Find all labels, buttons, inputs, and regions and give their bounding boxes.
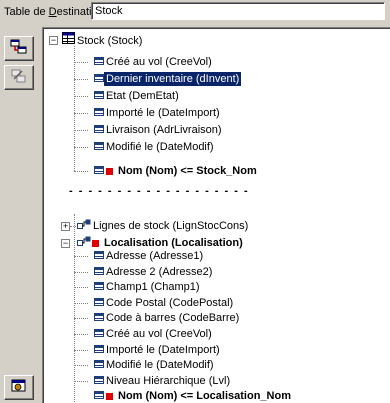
field-row[interactable]: Créé au vol (CreeVol) xyxy=(94,326,214,342)
field-row[interactable]: Importé le (DateImport) xyxy=(94,342,222,358)
field-label: Niveau Hiérarchique (Lvl) xyxy=(106,374,231,387)
tree-node-stock[interactable]: Stock (Stock) xyxy=(62,32,144,48)
field-icon xyxy=(94,279,104,295)
destination-table-field[interactable]: Stock xyxy=(91,2,385,20)
field-row[interactable]: Livraison (AdrLivraison) xyxy=(94,122,224,138)
field-label: Adresse 2 (Adresse2) xyxy=(106,265,213,278)
link-node-lignes-de-stock[interactable]: Lignes de stock (LignStocCons) xyxy=(77,218,250,234)
field-icon xyxy=(94,326,104,342)
edit-link-button[interactable] xyxy=(4,65,34,90)
field-icon xyxy=(94,88,104,104)
field-row[interactable]: Importé le (DateImport) xyxy=(94,105,222,121)
field-icon xyxy=(94,264,104,280)
link-label: Lignes de stock (LignStocCons) xyxy=(93,220,249,233)
field-icon xyxy=(94,71,104,87)
key-marker-icon xyxy=(92,239,99,247)
collapse-toggle-localisation[interactable]: − xyxy=(61,239,70,248)
key-marker-icon xyxy=(106,167,113,175)
field-icon xyxy=(94,310,104,326)
link-icon xyxy=(77,218,91,234)
expand-toggle-lignes[interactable]: + xyxy=(61,222,70,231)
field-row-selected[interactable]: Dernier inventaire (dInvent) xyxy=(94,71,242,87)
field-label: Créé au vol (CreeVol) xyxy=(106,328,212,341)
field-label: Nom (Nom) <= Stock_Nom xyxy=(118,165,257,178)
field-row[interactable]: Modifié le (DateModif) xyxy=(94,139,216,155)
field-label: Créé au vol (CreeVol) xyxy=(106,56,212,69)
field-label: Importé le (DateImport) xyxy=(106,343,220,356)
settings-icon xyxy=(10,378,28,397)
field-icon xyxy=(94,139,104,155)
field-label: Adresse (Adresse1) xyxy=(106,250,204,263)
link-icon xyxy=(77,235,91,251)
tree-node-label: Stock (Stock) xyxy=(77,34,143,47)
settings-button[interactable] xyxy=(4,375,34,400)
field-icon xyxy=(94,122,104,138)
field-label: Champ1 (Champ1) xyxy=(106,281,200,294)
field-icon xyxy=(94,295,104,311)
field-icon xyxy=(94,163,104,179)
key-field-row[interactable]: Nom (Nom) <= Stock_Nom xyxy=(94,163,259,179)
destination-label-part: Table de xyxy=(4,6,49,18)
section-separator: - - - - - - - - - - - - - - - - - - - xyxy=(69,185,250,197)
key-marker-icon xyxy=(106,392,113,400)
field-label: Modifié le (DateModif) xyxy=(106,141,214,154)
field-label: Modifié le (DateModif) xyxy=(106,359,214,372)
add-link-icon xyxy=(10,39,28,58)
field-icon xyxy=(94,248,104,264)
add-link-button[interactable] xyxy=(4,36,34,61)
field-icon xyxy=(94,105,104,121)
field-row[interactable]: Modifié le (DateModif) xyxy=(94,357,216,373)
field-icon xyxy=(94,357,104,373)
field-row[interactable]: Code Postal (CodePostal) xyxy=(94,295,235,311)
destination-label-accesskey: D xyxy=(48,6,57,18)
field-label: Etat (DemEtat) xyxy=(106,90,179,103)
field-row[interactable]: Niveau Hiérarchique (Lvl) xyxy=(94,373,232,389)
field-icon xyxy=(94,54,104,70)
key-field-row[interactable]: Nom (Nom) <= Localisation_Nom xyxy=(94,388,293,403)
field-row[interactable]: Champ1 (Champ1) xyxy=(94,279,202,295)
field-label: Importé le (DateImport) xyxy=(106,107,220,120)
field-icon xyxy=(94,342,104,358)
field-row[interactable]: Créé au vol (CreeVol) xyxy=(94,54,214,70)
edit-link-icon xyxy=(10,68,28,87)
field-icon xyxy=(94,373,104,389)
field-row[interactable]: Etat (DemEtat) xyxy=(94,88,181,104)
collapse-toggle-stock[interactable]: − xyxy=(49,36,58,45)
field-row[interactable]: Code à barres (CodeBarre) xyxy=(94,310,241,326)
field-mapping-tree[interactable]: − Stock (Stock) Créé au vol (CreeVol) De… xyxy=(42,27,390,403)
field-icon xyxy=(94,388,104,403)
field-label: Code Postal (CodePostal) xyxy=(106,296,234,309)
table-icon xyxy=(62,32,75,49)
field-row[interactable]: Adresse (Adresse1) xyxy=(94,248,205,264)
field-label: Livraison (AdrLivraison) xyxy=(106,124,222,137)
field-label: Dernier inventaire (dInvent) xyxy=(104,72,242,87)
field-label: Nom (Nom) <= Localisation_Nom xyxy=(118,390,291,403)
field-label: Code à barres (CodeBarre) xyxy=(106,312,240,325)
field-row[interactable]: Adresse 2 (Adresse2) xyxy=(94,264,214,280)
